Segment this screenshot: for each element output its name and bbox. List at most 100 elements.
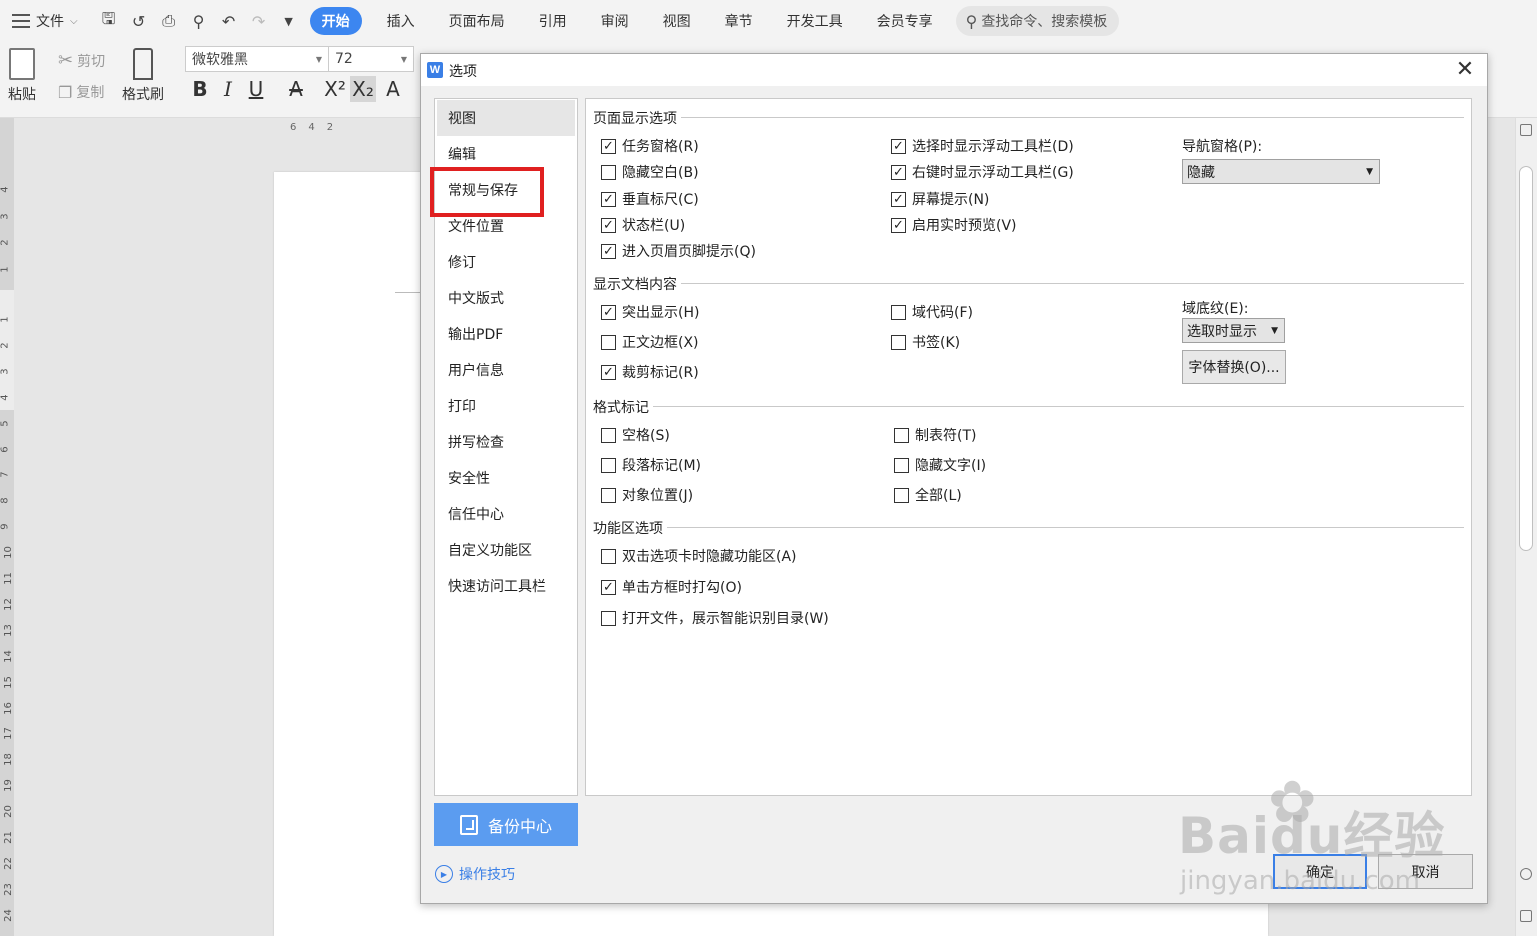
- tab-view[interactable]: 视图: [646, 7, 708, 35]
- checkbox-box[interactable]: [891, 334, 906, 350]
- tab-member[interactable]: 会员专享: [860, 7, 950, 35]
- checkbox-vertical-ruler[interactable]: ✓ 垂直标尺(C): [601, 189, 699, 209]
- checkbox-box[interactable]: ✓: [891, 217, 906, 233]
- field-shading-select[interactable]: 选取时显示 ▼: [1182, 318, 1285, 343]
- ok-button[interactable]: 确定: [1273, 854, 1367, 889]
- checkbox-box[interactable]: [601, 487, 616, 503]
- checkbox-tab-characters[interactable]: 制表符(T): [894, 425, 976, 445]
- checkbox-screen-tips[interactable]: ✓ 屏幕提示(N): [891, 189, 989, 209]
- checkbox-box[interactable]: ✓: [891, 164, 906, 180]
- format-painter-button[interactable]: 格式刷: [122, 48, 164, 104]
- cancel-button[interactable]: 取消: [1378, 854, 1473, 889]
- nav-item-trust-center[interactable]: 信任中心: [435, 496, 577, 532]
- checkbox-all-marks[interactable]: 全部(L): [894, 485, 962, 505]
- save-icon[interactable]: 🖫: [94, 7, 124, 35]
- checkbox-box[interactable]: ✓: [891, 191, 906, 207]
- checkbox-paragraph-marks[interactable]: 段落标记(M): [601, 455, 701, 475]
- tips-link[interactable]: ▶ 操作技巧: [435, 864, 515, 884]
- checkbox-spaces[interactable]: 空格(S): [601, 425, 670, 445]
- tab-chapter[interactable]: 章节: [708, 7, 770, 35]
- cut-button[interactable]: ✂ 剪切: [58, 50, 105, 71]
- font-substitution-button[interactable]: 字体替换(O)...: [1182, 350, 1286, 384]
- customize-toolbar-icon[interactable]: ▼: [274, 7, 304, 35]
- tab-page-layout[interactable]: 页面布局: [432, 7, 522, 35]
- font-size-select[interactable]: 72 ▼: [328, 46, 414, 72]
- text-effect-icon[interactable]: A: [380, 76, 406, 102]
- paste-button[interactable]: 粘贴: [8, 48, 36, 104]
- checkbox-box[interactable]: [601, 610, 616, 626]
- checkbox-bookmarks[interactable]: 书签(K): [891, 332, 960, 352]
- subscript-icon[interactable]: X₂: [350, 76, 376, 102]
- font-name-select[interactable]: 微软雅黑 ▼: [185, 46, 329, 72]
- tab-insert[interactable]: 插入: [370, 7, 432, 35]
- redo-icon[interactable]: ↷: [244, 7, 274, 35]
- strikethrough-icon[interactable]: A: [283, 76, 309, 102]
- file-menu[interactable]: 文件 ⌵: [0, 7, 88, 35]
- nav-item-customize-ribbon[interactable]: 自定义功能区: [435, 532, 577, 568]
- nav-item-print[interactable]: 打印: [435, 388, 577, 424]
- vertical-scrollbar[interactable]: [1515, 118, 1537, 936]
- checkbox-box[interactable]: ✓: [601, 243, 616, 259]
- checkbox-box[interactable]: ✓: [601, 579, 616, 595]
- checkbox-hidden-text[interactable]: 隐藏文字(I): [894, 455, 986, 475]
- checkbox-box[interactable]: ✓: [601, 364, 616, 380]
- checkbox-box[interactable]: ✓: [601, 217, 616, 233]
- checkbox-field-codes[interactable]: 域代码(F): [891, 302, 973, 322]
- undo-icon[interactable]: ↶: [214, 7, 244, 35]
- italic-icon[interactable]: I: [215, 76, 241, 102]
- nav-pane-select[interactable]: 隐藏 ▼: [1182, 159, 1380, 184]
- export-icon[interactable]: ↺: [124, 7, 154, 35]
- checkbox-box[interactable]: [894, 427, 909, 443]
- checkbox-dblclick-hide-ribbon[interactable]: 双击选项卡时隐藏功能区(A): [601, 546, 797, 566]
- bold-icon[interactable]: B: [187, 76, 213, 102]
- checkbox-status-bar[interactable]: ✓ 状态栏(U): [601, 215, 685, 235]
- checkbox-box[interactable]: [601, 548, 616, 564]
- checkbox-click-box-check[interactable]: ✓ 单击方框时打勾(O): [601, 577, 742, 597]
- checkbox-header-footer-hint[interactable]: ✓ 进入页眉页脚提示(Q): [601, 241, 756, 261]
- superscript-icon[interactable]: X²: [322, 76, 348, 102]
- close-icon[interactable]: ✕: [1453, 57, 1477, 82]
- checkbox-box[interactable]: [601, 334, 616, 350]
- tab-developer[interactable]: 开发工具: [770, 7, 860, 35]
- scrollbar-thumb[interactable]: [1519, 166, 1533, 551]
- nav-item-quick-access-toolbar[interactable]: 快速访问工具栏: [435, 568, 577, 604]
- underline-icon[interactable]: U: [243, 76, 269, 102]
- checkbox-box[interactable]: [601, 164, 616, 180]
- checkbox-object-anchors[interactable]: 对象位置(J): [601, 485, 693, 505]
- checkbox-highlight[interactable]: ✓ 突出显示(H): [601, 302, 699, 322]
- nav-item-view[interactable]: 视图: [437, 100, 575, 136]
- checkbox-box[interactable]: [601, 457, 616, 473]
- tab-review[interactable]: 审阅: [584, 7, 646, 35]
- checkbox-box[interactable]: [894, 487, 909, 503]
- nav-item-chinese-layout[interactable]: 中文版式: [435, 280, 577, 316]
- checkbox-hide-whitespace[interactable]: 隐藏空白(B): [601, 162, 699, 182]
- command-search[interactable]: ⚲ 查找命令、搜索模板: [955, 6, 1120, 36]
- tab-home[interactable]: 开始: [309, 7, 362, 35]
- backup-center-button[interactable]: 备份中心: [434, 803, 578, 846]
- checkbox-box[interactable]: ✓: [601, 138, 616, 154]
- print-icon[interactable]: ⎙: [154, 7, 184, 35]
- checkbox-box[interactable]: [601, 427, 616, 443]
- checkbox-box[interactable]: [891, 304, 906, 320]
- nav-item-security[interactable]: 安全性: [435, 460, 577, 496]
- copy-button[interactable]: ❐ 复制: [58, 82, 104, 102]
- checkbox-live-preview[interactable]: ✓ 启用实时预览(V): [891, 215, 1017, 235]
- checkbox-box[interactable]: [894, 457, 909, 473]
- checkbox-task-pane[interactable]: ✓ 任务窗格(R): [601, 136, 699, 156]
- checkbox-smart-toc[interactable]: 打开文件，展示智能识别目录(W): [601, 608, 829, 628]
- checkbox-crop-marks[interactable]: ✓ 裁剪标记(R): [601, 362, 699, 382]
- checkbox-float-toolbar-rightclick[interactable]: ✓ 右键时显示浮动工具栏(G): [891, 162, 1074, 182]
- tab-references[interactable]: 引用: [522, 7, 584, 35]
- checkbox-box[interactable]: ✓: [601, 304, 616, 320]
- split-view-icon[interactable]: [1520, 124, 1532, 136]
- next-page-icon[interactable]: [1520, 910, 1532, 922]
- checkbox-box[interactable]: ✓: [891, 138, 906, 154]
- checkbox-box[interactable]: ✓: [601, 191, 616, 207]
- checkbox-text-boundaries[interactable]: 正文边框(X): [601, 332, 699, 352]
- nav-item-export-pdf[interactable]: 输出PDF: [435, 316, 577, 352]
- nav-item-revision[interactable]: 修订: [435, 244, 577, 280]
- prev-page-icon[interactable]: [1520, 868, 1532, 880]
- nav-item-spell-check[interactable]: 拼写检查: [435, 424, 577, 460]
- nav-item-user-info[interactable]: 用户信息: [435, 352, 577, 388]
- checkbox-float-toolbar-select[interactable]: ✓ 选择时显示浮动工具栏(D): [891, 136, 1074, 156]
